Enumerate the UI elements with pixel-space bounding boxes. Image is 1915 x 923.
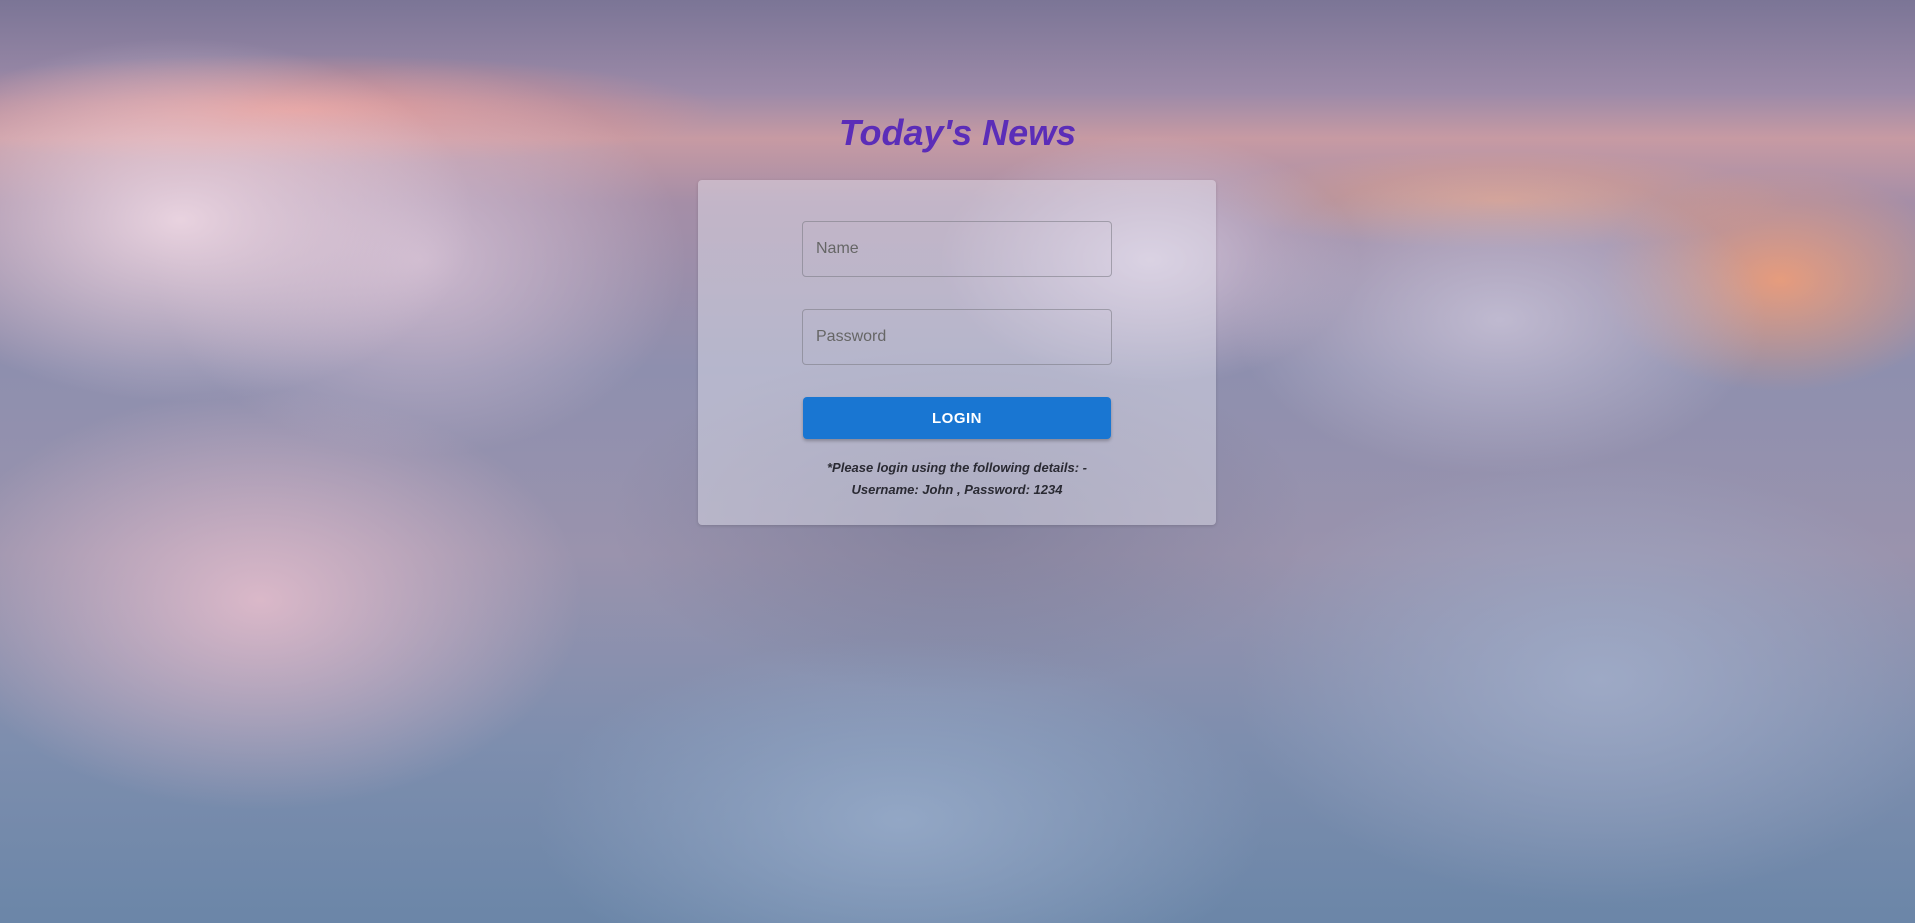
login-hint: *Please login using the following detail… [698,457,1216,501]
background-clouds: Today's News LOGIN *Please login using t… [0,0,1915,923]
login-button[interactable]: LOGIN [803,397,1111,439]
login-card: LOGIN *Please login using the following … [698,180,1216,525]
page-title: Today's News [838,112,1077,153]
password-input[interactable] [802,309,1112,365]
login-hint-line-1: *Please login using the following detail… [826,460,1088,475]
login-hint-line-2: Username: John , Password: 1234 [851,482,1063,497]
name-input[interactable] [802,221,1112,277]
